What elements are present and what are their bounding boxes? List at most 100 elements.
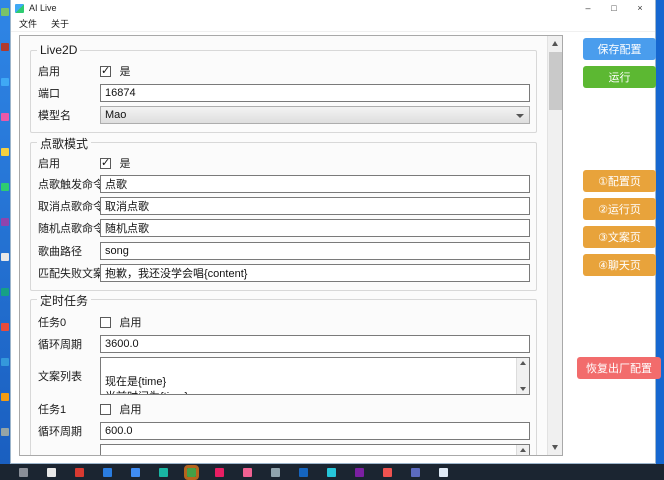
menu-bar: 文件 关于 [11, 16, 655, 32]
taskbar-app-icon[interactable] [19, 468, 28, 477]
live2d-enable-checkbox[interactable] [100, 66, 111, 77]
group-timed-tasks: 定时任务 任务0 启用 循环周期 文案列表 现在是{ti [30, 299, 537, 456]
scroll-down-icon [520, 387, 526, 391]
task1-list-scrollbar[interactable] [516, 445, 529, 456]
nav-text-page-button[interactable]: ③文案页 [583, 226, 656, 248]
desktop-icon[interactable] [1, 43, 9, 51]
taskbar-app-icon[interactable] [215, 468, 224, 477]
song-path-input[interactable] [100, 242, 530, 260]
minimize-icon[interactable]: – [575, 0, 601, 16]
task1-cycle-input[interactable] [100, 422, 530, 440]
task1-enable-text: 启用 [119, 404, 141, 416]
taskbar-app-icon[interactable] [411, 468, 420, 477]
song-path-label: 歌曲路径 [38, 243, 100, 259]
close-icon[interactable]: × [627, 0, 653, 16]
nav-run-page-button[interactable]: ②运行页 [583, 198, 656, 220]
live2d-enable-label: 启用 [38, 63, 100, 79]
song-enable-checkbox[interactable] [100, 158, 111, 169]
taskbar-app-icon[interactable] [299, 468, 308, 477]
taskbar-app-icon[interactable] [47, 468, 56, 477]
taskbar-app-icon[interactable] [159, 468, 168, 477]
desktop-icon[interactable] [1, 323, 9, 331]
taskbar-app-icon[interactable] [383, 468, 392, 477]
desktop-icon[interactable] [1, 183, 9, 191]
task0-list-label: 文案列表 [38, 368, 100, 384]
taskbar-app-icon[interactable] [439, 468, 448, 477]
scroll-up-icon [520, 448, 526, 452]
song-trigger-label: 点歌触发命令 [38, 176, 100, 192]
taskbar-app-icon[interactable] [355, 468, 364, 477]
app-icon [15, 4, 24, 13]
song-random-label: 随机点歌命令 [38, 220, 100, 236]
desktop-icon[interactable] [1, 288, 9, 296]
taskbar-app-icon[interactable] [131, 468, 140, 477]
song-trigger-input[interactable] [100, 175, 530, 193]
live2d-model-label: 模型名 [38, 107, 100, 123]
window-title: AI Live [29, 3, 57, 13]
taskbar [0, 464, 664, 480]
nav-config-page-button[interactable]: ①配置页 [583, 170, 656, 192]
group-live2d-title: Live2D [37, 43, 80, 57]
scroll-down-icon [552, 445, 558, 450]
app-window: AI Live – □ × 文件 关于 Live2D 启用 是 [10, 0, 656, 464]
task0-cycle-input[interactable] [100, 335, 530, 353]
scroll-thumb[interactable] [518, 455, 529, 456]
task1-enable-checkbox[interactable] [100, 404, 111, 415]
menu-about[interactable]: 关于 [51, 17, 69, 30]
live2d-port-input[interactable] [100, 84, 530, 102]
scroll-up-icon [520, 361, 526, 365]
taskbar-app-icon[interactable] [75, 468, 84, 477]
desktop-icon[interactable] [1, 393, 9, 401]
desktop-icon[interactable] [1, 113, 9, 121]
taskbar-app-icon[interactable] [103, 468, 112, 477]
nav-chat-page-button[interactable]: ④聊天页 [583, 254, 656, 276]
taskbar-app-icon[interactable] [327, 468, 336, 477]
desktop-right-strip [656, 0, 664, 464]
title-bar: AI Live – □ × [11, 0, 655, 16]
config-scroll-panel: Live2D 启用 是 端口 模型名 Mao [19, 35, 563, 456]
task1-list-textarea[interactable]: 感谢还在观看直播的{user_num}位兄弟姐妹们 [100, 444, 530, 456]
scroll-up-icon [552, 41, 558, 46]
song-fail-input[interactable] [100, 264, 530, 282]
desktop-icon[interactable] [1, 8, 9, 16]
song-enable-text: 是 [119, 158, 130, 170]
scroll-thumb[interactable] [549, 52, 562, 110]
task1-list-label: 文案列表 [38, 455, 100, 456]
live2d-enable-text: 是 [119, 66, 130, 78]
task0-enable-text: 启用 [119, 317, 141, 329]
desktop-icon[interactable] [1, 358, 9, 366]
task0-enable-checkbox[interactable] [100, 317, 111, 328]
song-cancel-input[interactable] [100, 197, 530, 215]
run-button[interactable]: 运行 [583, 66, 656, 88]
task0-list-text: 现在是{time} 当前时间为{time} [105, 376, 188, 395]
save-config-button[interactable]: 保存配置 [583, 38, 656, 60]
song-enable-label: 启用 [38, 155, 100, 171]
factory-reset-button[interactable]: 恢复出厂配置 [577, 357, 661, 379]
desktop-left-strip [0, 0, 10, 464]
desktop-icon[interactable] [1, 78, 9, 86]
group-timed-tasks-title: 定时任务 [37, 292, 91, 309]
live2d-model-select[interactable]: Mao [100, 106, 530, 124]
group-live2d: Live2D 启用 是 端口 模型名 Mao [30, 50, 537, 133]
task1-cycle-label: 循环周期 [38, 423, 100, 439]
maximize-icon[interactable]: □ [601, 0, 627, 16]
desktop-icon[interactable] [1, 428, 9, 436]
live2d-port-label: 端口 [38, 85, 100, 101]
desktop-icon[interactable] [1, 218, 9, 226]
task0-label: 任务0 [38, 314, 100, 330]
task0-list-scrollbar[interactable] [516, 358, 529, 394]
panel-scrollbar[interactable] [547, 36, 562, 455]
task1-label: 任务1 [38, 401, 100, 417]
taskbar-app-icon[interactable] [271, 468, 280, 477]
chevron-down-icon [516, 114, 524, 118]
desktop-icon[interactable] [1, 148, 9, 156]
song-random-input[interactable] [100, 219, 530, 237]
menu-file[interactable]: 文件 [19, 17, 37, 30]
desktop-icon[interactable] [1, 253, 9, 261]
song-fail-label: 匹配失败文案 [38, 265, 100, 281]
group-song-mode: 点歌模式 启用 是 点歌触发命令 取消点歌命令 随机点歌 [30, 142, 537, 291]
live2d-model-value: Mao [105, 109, 126, 121]
task0-list-textarea[interactable]: 现在是{time} 当前时间为{time} [100, 357, 530, 395]
taskbar-app-icon[interactable] [243, 468, 252, 477]
taskbar-app-icon[interactable] [187, 468, 196, 477]
